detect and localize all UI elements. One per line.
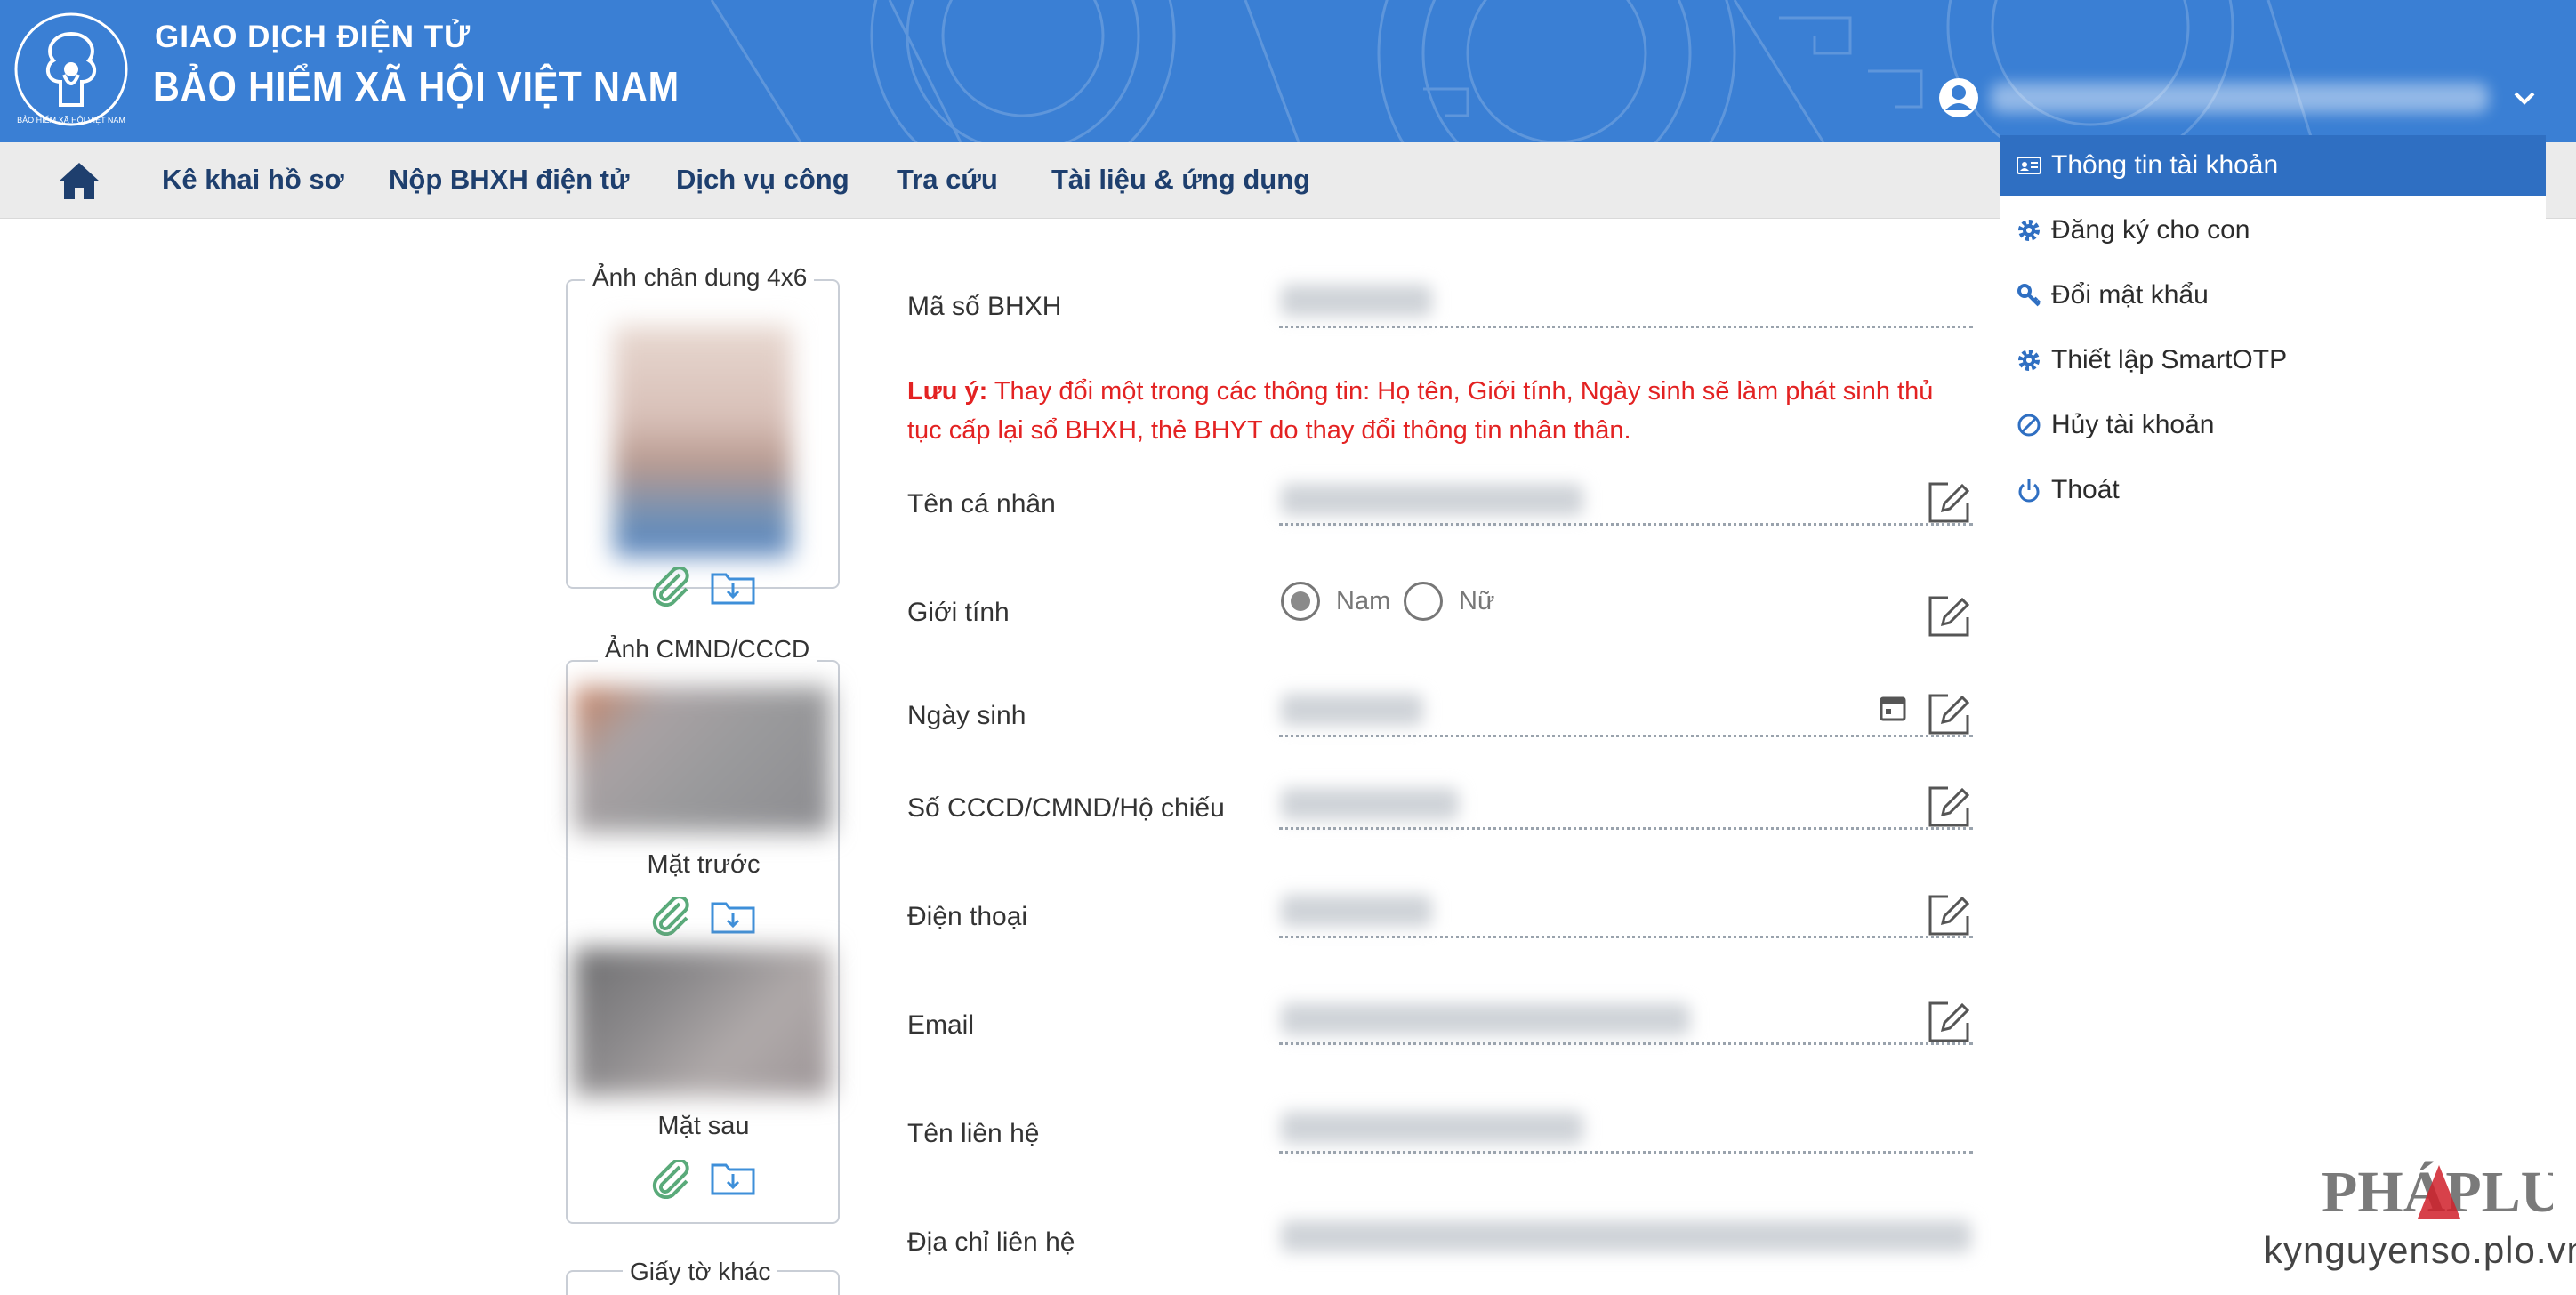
id-card-front-photo <box>575 687 831 832</box>
so-cccd-value <box>1281 788 1459 820</box>
gender-nam-label: Nam <box>1336 587 1391 615</box>
menu-thong-tin-tai-khoan[interactable]: Thông tin tài khoản <box>2000 135 2546 196</box>
gear-icon <box>2018 350 2040 371</box>
paperclip-icon[interactable] <box>648 897 694 936</box>
ngay-sinh-label: Ngày sinh <box>907 701 1026 730</box>
id-back-label: Mặt sau <box>657 1112 750 1140</box>
ten-lien-he-value <box>1281 1112 1583 1144</box>
portrait-photo-title: Ảnh chân dung 4x6 <box>585 263 815 292</box>
edit-icon[interactable] <box>1925 479 1973 527</box>
paperclip-icon[interactable] <box>648 567 694 607</box>
nav-ke-khai-ho-so[interactable]: Kê khai hồ sơ <box>162 164 344 196</box>
ten-ca-nhan-value <box>1281 484 1583 516</box>
menu-label: Đổi mật khẩu <box>2051 280 2209 310</box>
user-name-blurred <box>1991 83 2489 113</box>
menu-label: Thông tin tài khoản <box>2051 150 2279 180</box>
key-icon <box>2017 284 2041 307</box>
chevron-down-icon[interactable] <box>2508 82 2540 114</box>
ten-ca-nhan-underline <box>1279 523 1973 526</box>
ngay-sinh-underline <box>1279 735 1973 737</box>
folder-download-icon[interactable] <box>710 567 756 607</box>
menu-label: Hủy tài khoản <box>2051 410 2215 439</box>
dia-chi-lien-he-value <box>1281 1220 1971 1252</box>
menu-thiet-lap-smartotp[interactable]: Thiết lập SmartOTP <box>2000 330 2546 390</box>
so-cccd-label: Số CCCD/CMND/Hộ chiếu <box>907 793 1225 823</box>
edit-icon[interactable] <box>1925 592 1973 640</box>
account-dropdown-menu: Thông tin tài khoản Đăng ký cho con Đổi … <box>2000 135 2546 504</box>
gioi-tinh-label: Giới tính <box>907 598 1010 627</box>
dien-thoai-underline <box>1279 936 1973 938</box>
gender-radio-nu[interactable] <box>1404 582 1443 621</box>
ma-so-bhxh-label: Mã số BHXH <box>907 292 1062 321</box>
logo-text: BẢO HIỂM XÃ HỘI VIỆT NAM <box>17 115 125 125</box>
note-prefix: Lưu ý: <box>907 377 988 406</box>
email-label: Email <box>907 1010 975 1040</box>
ban-icon <box>2017 414 2041 437</box>
edit-icon[interactable] <box>1925 783 1973 831</box>
menu-label: Thiết lập SmartOTP <box>2051 345 2288 374</box>
edit-icon[interactable] <box>1925 891 1973 939</box>
nav-tra-cuu[interactable]: Tra cứu <box>897 164 998 196</box>
ten-lien-he-label: Tên liên hệ <box>907 1119 1040 1148</box>
warning-note: Lưu ý: Thay đổi một trong các thông tin:… <box>907 372 1975 450</box>
folder-download-icon[interactable] <box>710 1158 756 1197</box>
dien-thoai-label: Điện thoại <box>907 902 1028 931</box>
power-icon <box>2018 479 2040 503</box>
menu-label: Đăng ký cho con <box>2051 215 2250 245</box>
id-card-back-photo <box>575 948 831 1096</box>
so-cccd-underline <box>1279 827 1973 830</box>
dia-chi-lien-he-label: Địa chỉ liên hệ <box>907 1227 1075 1257</box>
brand-title-large: BẢO HIỂM XÃ HỘI VIỆT NAM <box>153 63 680 109</box>
phapluat-watermark-logo: PHÁPLUẬT <box>2322 1160 2553 1225</box>
gender-radio-nam[interactable] <box>1281 582 1320 621</box>
nav-tai-lieu-ung-dung[interactable]: Tài liệu & ứng dụng <box>1051 164 1310 196</box>
brand-title-small: GIAO DỊCH ĐIỆN TỬ <box>155 20 471 54</box>
ten-lien-he-underline <box>1279 1151 1973 1154</box>
menu-huy-tai-khoan[interactable]: Hủy tài khoản <box>2000 395 2546 455</box>
app-header: BẢO HIỂM XÃ HỘI VIỆT NAM GIAO DỊCH ĐIỆN … <box>0 0 2576 142</box>
user-avatar-icon <box>1939 78 1978 117</box>
portrait-photo <box>614 326 792 557</box>
other-docs-title: Giấy tờ khác <box>623 1258 778 1286</box>
watermark-site: kynguyenso.plo.vn <box>2264 1229 2576 1271</box>
menu-thoat[interactable]: Thoát <box>2000 460 2546 520</box>
nav-dich-vu-cong[interactable]: Dịch vụ công <box>676 164 849 196</box>
edit-icon[interactable] <box>1925 998 1973 1046</box>
email-value <box>1281 1003 1690 1035</box>
nav-nop-bhxh-dien-tu[interactable]: Nộp BHXH điện tử <box>389 164 629 196</box>
menu-dang-ky-cho-con[interactable]: Đăng ký cho con <box>2000 200 2546 261</box>
id-card-icon <box>2017 157 2041 174</box>
dien-thoai-value <box>1281 895 1432 927</box>
calendar-icon[interactable] <box>1879 694 1907 722</box>
home-icon[interactable] <box>57 160 101 201</box>
edit-icon[interactable] <box>1925 690 1973 738</box>
folder-download-icon[interactable] <box>710 897 756 936</box>
user-account-toggle[interactable] <box>1937 71 2540 125</box>
id-front-label: Mặt trước <box>647 850 761 879</box>
ngay-sinh-value <box>1281 694 1423 726</box>
ten-ca-nhan-label: Tên cá nhân <box>907 489 1056 519</box>
gear-icon <box>2018 220 2040 241</box>
menu-label: Thoát <box>2051 475 2120 504</box>
note-text: Thay đổi một trong các thông tin: Họ tên… <box>907 377 1934 445</box>
id-card-photo-title: Ảnh CMND/CCCD <box>598 635 817 664</box>
gender-nu-label: Nữ <box>1459 587 1495 615</box>
ma-so-bhxh-underline <box>1279 326 1973 328</box>
paperclip-icon[interactable] <box>648 1160 694 1199</box>
menu-doi-mat-khau[interactable]: Đổi mật khẩu <box>2000 265 2546 326</box>
bhxh-logo[interactable]: BẢO HIỂM XÃ HỘI VIỆT NAM <box>9 7 133 132</box>
email-underline <box>1279 1042 1973 1045</box>
ma-so-bhxh-value <box>1281 285 1432 317</box>
